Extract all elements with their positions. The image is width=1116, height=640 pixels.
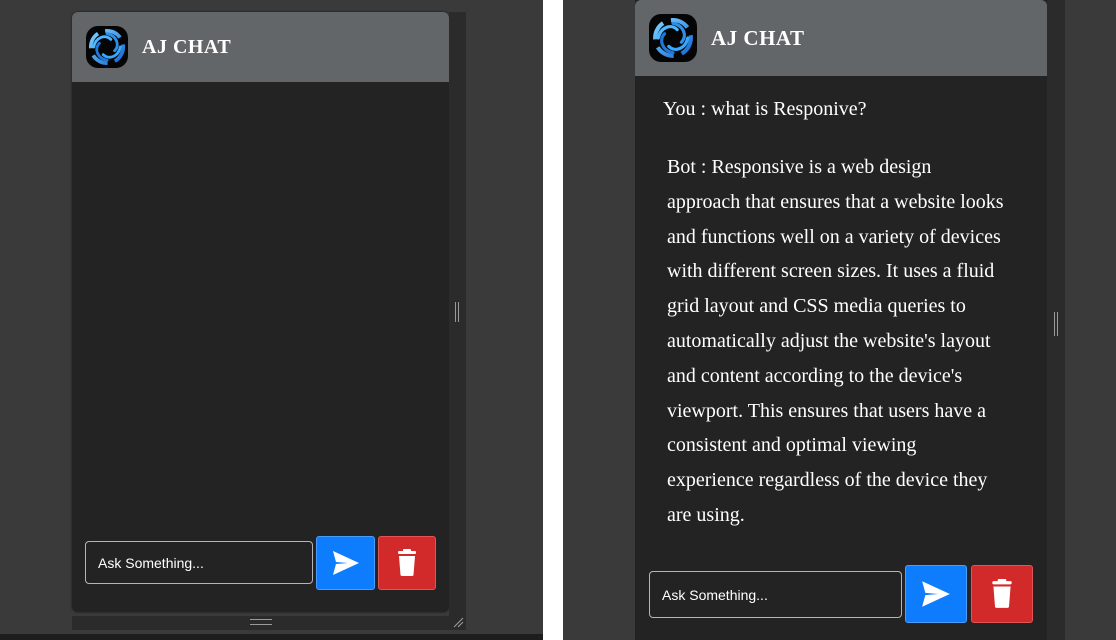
trash-icon [992, 579, 1012, 608]
screenshot-divider [543, 0, 563, 640]
swirl-logo-icon [649, 14, 697, 62]
delete-button[interactable] [971, 565, 1033, 623]
app-title: AJ CHAT [711, 26, 805, 50]
send-icon [332, 551, 359, 575]
vertical-scrollbar[interactable] [1047, 0, 1065, 640]
resize-grip-icon[interactable] [455, 302, 459, 322]
chat-window-conversation: AJ CHAT You : what is Responive? Bot : R… [563, 0, 1116, 640]
chat-header: AJ CHAT [635, 0, 1047, 76]
corner-resize-icon[interactable] [452, 616, 464, 628]
window-bottom-edge [0, 634, 543, 640]
message-input[interactable] [649, 571, 902, 618]
app-title: AJ CHAT [142, 36, 232, 58]
horizontal-grip-icon[interactable] [250, 619, 272, 625]
user-message: You : what is Responive? [663, 98, 867, 120]
vertical-scrollbar[interactable] [449, 12, 466, 618]
trash-icon [398, 549, 416, 576]
bot-message: Bot : Responsive is a web design approac… [667, 156, 1004, 526]
send-icon [922, 581, 950, 607]
resize-grip-icon[interactable] [1054, 312, 1058, 336]
swirl-logo-icon [86, 26, 128, 68]
chat-panel: AJ CHAT You : what is Responive? Bot : R… [635, 0, 1047, 640]
send-button[interactable] [316, 536, 375, 590]
message-input[interactable] [85, 541, 313, 584]
delete-button[interactable] [378, 536, 436, 590]
chat-window-empty: AJ CHAT [0, 0, 543, 640]
chat-panel: AJ CHAT [72, 12, 449, 612]
chat-header: AJ CHAT [72, 12, 449, 82]
send-button[interactable] [905, 565, 967, 623]
